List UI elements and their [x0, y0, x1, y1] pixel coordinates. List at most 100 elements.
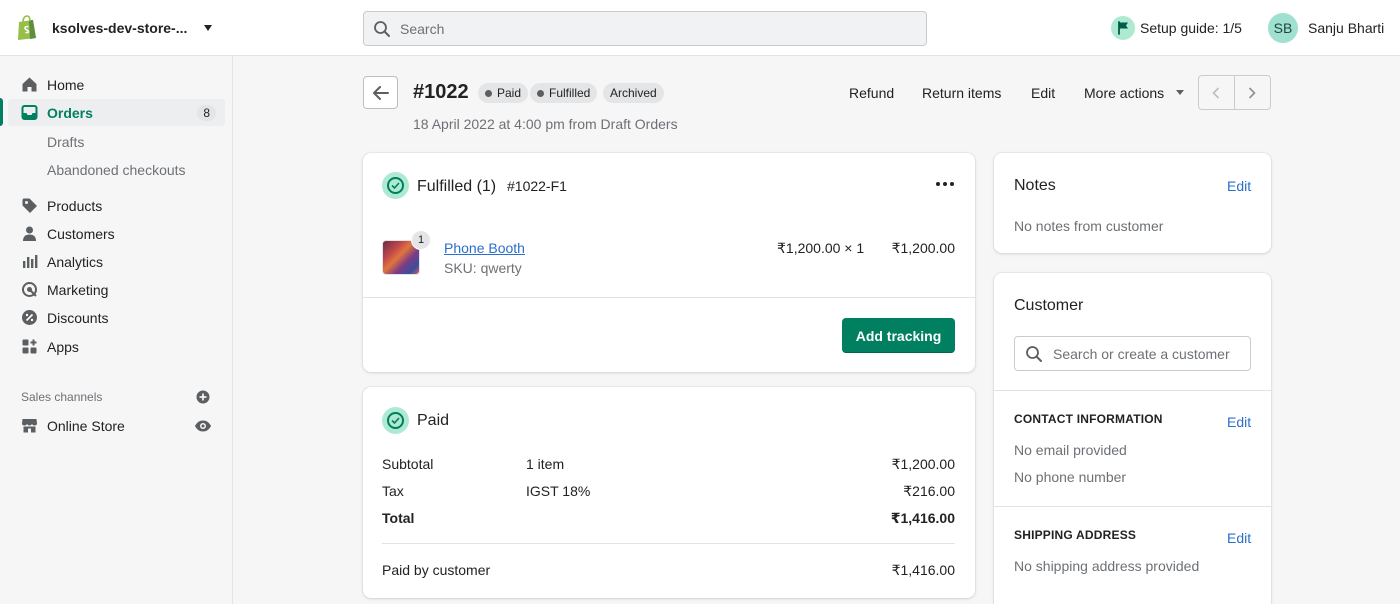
- avatar: SB: [1268, 13, 1298, 43]
- sidebar-item-label: Online Store: [47, 418, 125, 434]
- paid-by-amount: ₹1,416.00: [891, 562, 955, 578]
- eye-icon[interactable]: [194, 419, 212, 433]
- more-options-icon[interactable]: [936, 182, 954, 186]
- tag-icon: [22, 198, 37, 213]
- sidebar-item-label: Analytics: [47, 254, 104, 270]
- arrow-left-icon: [372, 85, 389, 100]
- sidebar-item-orders[interactable]: Orders 8: [8, 99, 225, 126]
- sidebar-item-marketing[interactable]: Marketing: [8, 276, 225, 303]
- notes-text: No notes from customer: [1014, 218, 1164, 234]
- search-icon: [1026, 345, 1042, 362]
- no-shipping-text: No shipping address provided: [1014, 558, 1200, 574]
- store-switcher[interactable]: ksolves-dev-store-...: [16, 14, 187, 42]
- notes-card: Notes Edit No notes from customer: [994, 153, 1271, 253]
- sidebar-item-analytics[interactable]: Analytics: [8, 248, 225, 275]
- orders-count-badge: 8: [197, 105, 216, 121]
- sidebar-item-drafts[interactable]: Drafts: [47, 134, 84, 150]
- status-badge-paid: Paid: [478, 83, 529, 103]
- sidebar-item-label: Orders: [47, 105, 93, 121]
- user-menu[interactable]: SB Sanju Bharti: [1268, 13, 1384, 43]
- customer-title: Customer: [1014, 297, 1084, 314]
- product-link[interactable]: Phone Booth: [444, 240, 525, 256]
- divider: [994, 506, 1271, 507]
- page-title: #1022: [413, 81, 469, 103]
- total-amount: ₹1,416.00: [890, 510, 955, 526]
- notes-title: Notes: [1014, 177, 1056, 194]
- sidebar-item-home[interactable]: Home: [8, 71, 225, 98]
- subtotal-label: Subtotal: [382, 456, 434, 472]
- customer-search-input[interactable]: [1053, 345, 1243, 362]
- search-input[interactable]: [400, 20, 900, 37]
- badge-label: Paid: [497, 86, 522, 100]
- sidebar-item-label: Products: [47, 198, 103, 214]
- back-button[interactable]: [363, 76, 398, 109]
- store-name[interactable]: ksolves-dev-store-...: [52, 20, 187, 36]
- customer-search[interactable]: [1014, 336, 1251, 371]
- tax-amount: ₹216.00: [903, 483, 955, 499]
- sidebar-item-label: Apps: [47, 339, 79, 355]
- previous-order-button[interactable]: [1199, 76, 1235, 109]
- status-badge-fulfilled: Fulfilled: [530, 83, 598, 103]
- badge-label: Archived: [610, 86, 657, 100]
- tax-detail: IGST 18%: [526, 483, 591, 499]
- sidebar-item-label: Discounts: [47, 310, 109, 326]
- item-price-qty: ₹1,200.00 × 1: [777, 240, 865, 256]
- shopify-bag-icon: [16, 15, 38, 41]
- target-icon: [22, 282, 37, 297]
- more-actions-button[interactable]: More actions: [1084, 85, 1164, 101]
- sidebar-item-products[interactable]: Products: [8, 192, 225, 219]
- apps-icon: [22, 339, 37, 354]
- sidebar-item-apps[interactable]: Apps: [8, 333, 225, 360]
- order-pager: [1198, 75, 1271, 110]
- chevron-down-icon[interactable]: [1176, 90, 1184, 95]
- subtotal-detail: 1 item: [526, 456, 565, 472]
- contact-edit-link[interactable]: Edit: [1227, 414, 1251, 430]
- global-search[interactable]: [363, 11, 927, 46]
- notes-edit-link[interactable]: Edit: [1227, 178, 1251, 194]
- shipping-edit-link[interactable]: Edit: [1227, 530, 1251, 546]
- paid-card: Paid Subtotal 1 item ₹1,200.00 Tax IGST …: [363, 387, 975, 598]
- return-items-button[interactable]: Return items: [922, 85, 1001, 101]
- setup-guide[interactable]: Setup guide: 1/5: [1111, 16, 1242, 40]
- paid-title: Paid: [417, 412, 450, 429]
- setup-guide-label: Setup guide: 1/5: [1140, 20, 1242, 36]
- sidebar-item-online-store[interactable]: Online Store: [8, 412, 225, 439]
- no-email-text: No email provided: [1014, 442, 1127, 458]
- chevron-down-icon[interactable]: [204, 25, 212, 31]
- active-indicator: [0, 98, 3, 126]
- add-tracking-button[interactable]: Add tracking: [842, 318, 955, 353]
- fulfilled-card: Fulfilled (1) #1022-F1 1 Phone Booth SKU…: [363, 153, 975, 372]
- top-bar: ksolves-dev-store-... Setup guide: 1/5 S…: [0, 0, 1400, 56]
- discount-icon: [22, 310, 37, 325]
- check-circle-icon: [382, 172, 409, 199]
- sales-channels-title: Sales channels: [21, 390, 103, 404]
- status-dot: [485, 89, 492, 97]
- flag-icon: [1111, 16, 1135, 40]
- status-dot: [537, 89, 544, 97]
- sidebar-item-label: Customers: [47, 226, 115, 242]
- next-order-button[interactable]: [1235, 76, 1271, 109]
- sidebar-item-abandoned-checkouts[interactable]: Abandoned checkouts: [47, 162, 186, 178]
- home-icon: [22, 77, 37, 92]
- total-label: Total: [382, 510, 415, 526]
- sidebar-item-label: Home: [47, 77, 85, 93]
- customer-card: Customer CONTACT INFORMATION Edit No ema…: [994, 273, 1271, 604]
- order-subtitle: 18 April 2022 at 4:00 pm from Draft Orde…: [413, 116, 678, 132]
- orders-icon: [21, 105, 38, 120]
- search-icon: [374, 20, 390, 37]
- chevron-right-icon: [1249, 86, 1256, 99]
- no-phone-text: No phone number: [1014, 469, 1127, 485]
- tax-label: Tax: [382, 483, 404, 499]
- fulfilled-title: Fulfilled (1): [417, 178, 497, 195]
- sidebar-item-discounts[interactable]: Discounts: [8, 304, 225, 331]
- paid-by-label: Paid by customer: [382, 562, 491, 578]
- divider: [994, 390, 1271, 391]
- refund-button[interactable]: Refund: [849, 85, 894, 101]
- add-channel-icon[interactable]: [196, 390, 210, 404]
- fulfillment-id: #1022-F1: [507, 178, 567, 194]
- contact-info-title: CONTACT INFORMATION: [1014, 412, 1163, 426]
- sidebar-item-label: Marketing: [47, 282, 109, 298]
- edit-button[interactable]: Edit: [1031, 85, 1055, 101]
- sidebar-item-customers[interactable]: Customers: [8, 220, 225, 247]
- check-circle-icon: [382, 407, 409, 434]
